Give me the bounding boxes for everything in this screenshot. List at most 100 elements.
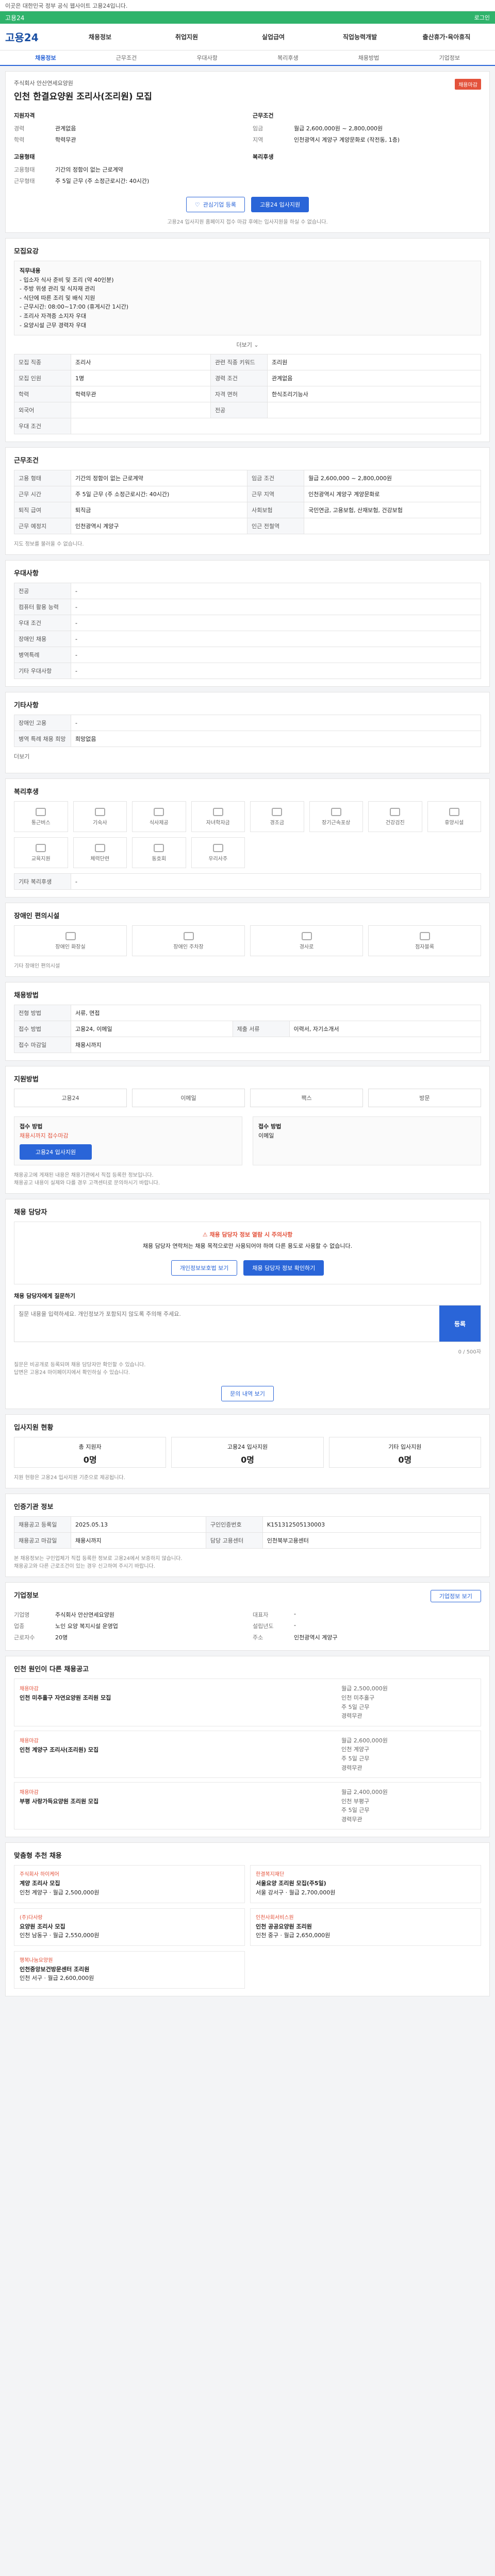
table-row: 전형 방법 서류, 면접 xyxy=(14,1005,481,1022)
apply-methods: 고용24 이메일 팩스 방문 xyxy=(14,1089,481,1108)
employment-heading: 고용형태 xyxy=(14,154,35,160)
gnb-item-leave[interactable]: 출산휴가·육아휴직 xyxy=(403,32,490,41)
tab-prefer[interactable]: 우대사항 xyxy=(167,54,248,65)
company-name[interactable]: 주식회사 안산연세요양원 xyxy=(14,79,152,87)
job-summary: 주식회사 안산연세요양원 인천 한결요양원 조리사(조리원) 모집 채용마감 지… xyxy=(5,71,490,233)
page-root: 이곳은 대한민국 정부 공식 웹사이트 고용24입니다. 고용24 로그인 고용… xyxy=(0,0,495,2012)
disabled-title: 장애인 편의시설 xyxy=(14,912,60,921)
tab-conditions[interactable]: 근무조건 xyxy=(86,54,167,65)
meal-icon xyxy=(154,807,164,816)
list-item[interactable]: 채용마감 인천 계양구 조리사(조리원) 모집 월급 2,600,000원 인천 계… xyxy=(14,1730,481,1778)
gnb-item-support[interactable]: 취업지원 xyxy=(143,32,230,41)
duty-more-button[interactable]: 더보기 ⌄ xyxy=(14,341,481,349)
map-note: 지도 정보를 불러올 수 없습니다. xyxy=(14,541,84,548)
table-row: 고용 형태 기간의 정함이 없는 근로계약 임금 조건 월급 2,600,000 ~ … xyxy=(14,470,481,487)
method-visit[interactable]: 방문 xyxy=(368,1089,481,1108)
welfare-extra-table: 기타 복리후생 - xyxy=(14,873,481,890)
qa-submit-button[interactable]: 등록 xyxy=(439,1306,481,1342)
gift-icon xyxy=(272,807,283,816)
stats-title: 입사지원 현황 xyxy=(14,1424,54,1432)
qa-input[interactable] xyxy=(14,1306,439,1342)
braille-icon xyxy=(419,931,430,940)
company-title: 기업정보 xyxy=(14,1592,39,1600)
welfare-item: 기숙사 xyxy=(73,801,127,833)
apply-section: 지원방법 고용24 이메일 팩스 방문 접수 방법 채용시까지 접수마감 고용2… xyxy=(5,1066,490,1194)
apply-online-button[interactable]: 고용24 입사지원 xyxy=(20,1144,92,1160)
tab-job-info[interactable]: 채용정보 xyxy=(5,54,86,65)
table-row: 근무 시간 주 5일 근무 (주 소정근로시간: 40시간) 근무 지역 인천광역시 … xyxy=(14,486,481,503)
gnb-item-benefit[interactable]: 실업급여 xyxy=(230,32,317,41)
welfare-item: 통근버스 xyxy=(14,801,68,833)
apply-button[interactable]: 고용24 입사지원 xyxy=(251,197,309,212)
conditions-table: 고용 형태 기간의 정함이 없는 근로계약 임금 조건 월급 2,600,000 ~ … xyxy=(14,470,481,535)
resort-icon xyxy=(449,807,459,816)
rec-title: 맞춤형 추천 채용 xyxy=(14,1852,62,1860)
fitness-icon xyxy=(94,843,105,852)
welfare-item: 자녀학자금 xyxy=(191,801,245,833)
list-item[interactable]: 채용마감 인천 미추홀구 자연요양원 조리원 모집 월급 2,500,000원 인천… xyxy=(14,1679,481,1726)
apply-note: 고용24 입사지원 홈페이지 접수 마감 후에는 입사지원을 하실 수 없습니다… xyxy=(167,219,328,225)
site-logo[interactable]: 고용24 xyxy=(5,29,57,44)
medal-icon xyxy=(331,807,341,816)
table-row: 장애인 고용 - xyxy=(14,715,481,732)
table-row: 채용공고 마감일 채용시까지 담당 고용센터 인천북부고용센터 xyxy=(14,1532,482,1549)
method-fax[interactable]: 팩스 xyxy=(250,1089,363,1108)
login-link[interactable]: 로그인 xyxy=(474,13,490,22)
table-row: 우대 조건 - xyxy=(14,615,481,632)
house-icon xyxy=(94,807,105,816)
table-row: 전공 - xyxy=(14,583,481,600)
rec-card[interactable]: 주식회사 하이케어 계양 조리사 모집 인천 계양구 · 월급 2,500,000원 xyxy=(14,1865,245,1903)
rec-card[interactable]: (주)다사랑 요양원 조리사 모집 인천 남동구 · 월급 2,550,000원 xyxy=(14,1908,245,1946)
stats-section: 입사지원 현황 총 지원자 0명 고용24 입사지원 0명 기타 입사지원 0명 지원… xyxy=(5,1414,490,1489)
gnb-item-jobs[interactable]: 채용정보 xyxy=(57,32,143,41)
method-online[interactable]: 고용24 xyxy=(14,1089,127,1108)
qualification-heading: 지원자격 xyxy=(14,112,35,119)
stats-note: 지원 현황은 고용24 입사지원 기준으로 제공됩니다. xyxy=(14,1475,125,1481)
list-item[interactable]: 채용마감 부평 사랑가득요양원 조리원 모집 월급 2,400,000원 인천 부평… xyxy=(14,1782,481,1830)
info-title: 인증기관 정보 xyxy=(14,1503,54,1512)
summary-right: 근무조건 임금 월급 2,600,000원 ~ 2,800,000원 지역 인천광역… xyxy=(253,111,481,187)
privacy-law-button[interactable]: 개인정보보호법 보기 xyxy=(171,1260,238,1276)
table-row: 접수 마감일 채용시까지 xyxy=(14,1037,481,1054)
welfare-item: 건강검진 xyxy=(368,801,422,833)
welfare-icon-grid: 통근버스 기숙사 식사제공 자녀학자금 경조금 장기근속포상 건강검진 휴양시설… xyxy=(14,801,481,869)
others-title: 인천 원인이 다른 채용공고 xyxy=(14,1666,89,1674)
tab-process[interactable]: 채용방법 xyxy=(328,54,409,65)
gnb-item-training[interactable]: 직업능력개발 xyxy=(317,32,403,41)
view-contact-button[interactable]: 채용 담당자 정보 확인하기 xyxy=(243,1260,324,1276)
tab-company[interactable]: 기업정보 xyxy=(409,54,490,65)
health-icon xyxy=(390,807,401,816)
rec-card[interactable]: 인천사회서비스원 인천 공공요양원 조리원 인천 중구 · 월급 2,650,000… xyxy=(250,1908,481,1946)
qa-count: 0 / 500자 xyxy=(458,1349,481,1355)
rec-card[interactable]: 한결복지재단 서울요양 조리원 모집(주5일) 서울 강서구 · 월급 2,700,… xyxy=(250,1865,481,1903)
rec-card[interactable]: 행복나눔요양원 인천중앙보건방문센터 조리원 인천 서구 · 월급 2,600,00… xyxy=(14,1951,245,1989)
apply-left-box: 접수 방법 채용시까지 접수마감 고용24 입사지원 xyxy=(14,1116,242,1166)
welfare-section: 복리후생 통근버스 기숙사 식사제공 자녀학자금 경조금 장기근속포상 건강검진… xyxy=(5,778,490,898)
toilet-icon xyxy=(65,931,76,940)
tab-welfare[interactable]: 복리후생 xyxy=(248,54,328,65)
stat-online: 고용24 입사지원 0명 xyxy=(171,1437,324,1468)
company-info-button[interactable]: 기업정보 보기 xyxy=(430,1590,481,1603)
table-row: 채용공고 등록일 2025.05.13 구인인증번호 K151312505130003 xyxy=(14,1516,482,1533)
company-section: 기업정보 기업정보 보기 기업명 주식회사 안산연세요양원 업종 노인 요양 복지시… xyxy=(5,1582,490,1651)
conditions-section: 근무조건 고용 형태 기간의 정함이 없는 근로계약 임금 조건 월급 2,600,0… xyxy=(5,447,490,555)
stock-icon xyxy=(212,843,223,852)
qa-history-button[interactable]: 문의 내역 보기 xyxy=(221,1386,274,1402)
process-table: 전형 방법 서류, 면접 접수 방법 고용24, 이메일 제출 서류 이력서, 자기소개… xyxy=(14,1005,482,1054)
table-row: 우대 조건 xyxy=(14,418,481,435)
book-icon xyxy=(212,807,223,816)
duty-section: 모집요강 직무내용 - 입소자 식사 준비 및 조리 (약 40인분) - 주방… xyxy=(5,238,490,443)
welfare-item: 휴양시설 xyxy=(427,801,481,833)
etc-more-button[interactable]: 더보기 xyxy=(14,752,481,760)
warning-icon: ⚠ xyxy=(202,1231,210,1239)
info-table: 채용공고 등록일 2025.05.13 구인인증번호 K151312505130003… xyxy=(14,1516,482,1549)
welfare-item: 동호회 xyxy=(132,837,186,869)
interest-company-button[interactable]: ♡ 관심기업 등록 xyxy=(186,197,245,212)
conditions-heading: 근무조건 xyxy=(253,112,274,119)
table-row: 외국어 전공 xyxy=(14,402,482,419)
method-email[interactable]: 이메일 xyxy=(132,1089,245,1108)
info-section: 인증기관 정보 채용공고 등록일 2025.05.13 구인인증번호 K1513125… xyxy=(5,1494,490,1578)
welfare-title: 복리후생 xyxy=(14,788,39,796)
job-title: 인천 한결요양원 조리사(조리원) 모집 xyxy=(14,92,152,102)
stat-total: 총 지원자 0명 xyxy=(14,1437,167,1468)
